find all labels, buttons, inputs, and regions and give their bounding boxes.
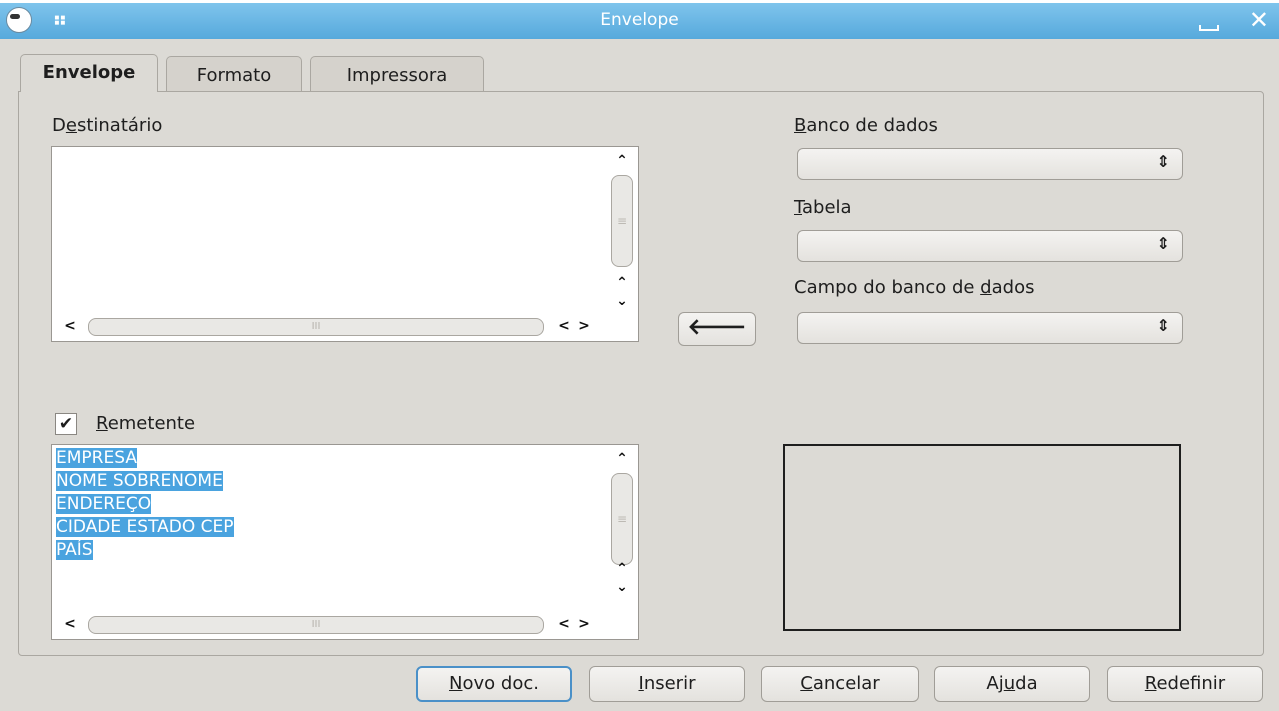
table-label: Tabela (794, 197, 852, 218)
checkmark-icon: ✔ (58, 414, 74, 434)
recipient-vscroll[interactable]: ⌃ ≡ ⌃ ⌄ (608, 149, 636, 315)
sender-vscroll[interactable]: ⌃ ≡ ⌃ ⌄ (608, 447, 636, 613)
database-label: Banco de dados (794, 115, 938, 136)
database-field-label: Campo do banco de dados (794, 277, 1035, 298)
database-field-select[interactable]: ⇕ (797, 312, 1183, 344)
chevron-updown-icon: ⇕ (1156, 316, 1170, 335)
table-select[interactable]: ⇕ (797, 230, 1183, 262)
scroll-up-icon[interactable]: ⌃ (612, 451, 632, 467)
scroll-thumb[interactable]: III (88, 616, 544, 634)
tab-envelope[interactable]: Envelope (20, 54, 158, 92)
scroll-up-icon[interactable]: ⌃ (612, 275, 632, 291)
insert-field-button[interactable]: 🡐 (678, 312, 756, 346)
scroll-left-icon[interactable]: < (60, 616, 80, 632)
cancel-button[interactable]: Cancelar (761, 666, 919, 702)
minimize-icon[interactable] (1199, 25, 1219, 31)
reset-button[interactable]: Redefinir (1107, 666, 1263, 702)
sender-label: Remetente (96, 413, 196, 434)
scroll-right-icon[interactable]: > (574, 318, 594, 334)
scroll-thumb[interactable]: ≡ (611, 473, 633, 565)
chevron-updown-icon: ⇕ (1156, 152, 1170, 171)
tab-impressora[interactable]: Impressora (310, 56, 484, 92)
envelope-dialog: Envelope Formato Impressora Destinatário… (0, 39, 1279, 711)
sender-line: CIDADE ESTADO CEP (56, 517, 234, 537)
chevron-updown-icon: ⇕ (1156, 234, 1170, 253)
recipient-hscroll[interactable]: < III < > (54, 315, 636, 339)
sender-text: EMPRESA NOME SOBRENOME ENDEREÇO CIDADE E… (56, 447, 234, 562)
recipient-textbox[interactable]: ⌃ ≡ ⌃ ⌄ < III < > (51, 146, 639, 342)
sender-checkbox[interactable]: ✔ (55, 413, 77, 435)
database-select[interactable]: ⇕ (797, 148, 1183, 180)
envelope-preview (783, 444, 1181, 631)
recipient-label: Destinatário (52, 115, 163, 136)
window-title: Envelope (600, 10, 679, 30)
close-icon[interactable]: ✕ (1249, 6, 1269, 34)
sender-hscroll[interactable]: < III < > (54, 613, 636, 637)
scroll-left-icon[interactable]: < (554, 616, 574, 632)
scroll-left-icon[interactable]: < (60, 318, 80, 334)
scroll-thumb[interactable]: ≡ (611, 175, 633, 267)
scroll-left-icon[interactable]: < (554, 318, 574, 334)
insert-button[interactable]: Inserir (589, 666, 745, 702)
scroll-down-icon[interactable]: ⌄ (612, 293, 632, 309)
sender-line: PAÍS (56, 540, 93, 560)
title-bar[interactable]: ⠶ Envelope ✕ (0, 3, 1279, 39)
sender-line: EMPRESA (56, 448, 137, 468)
scroll-right-icon[interactable]: > (574, 616, 594, 632)
tab-formato[interactable]: Formato (166, 56, 302, 92)
new-document-button[interactable]: Novo doc. (416, 666, 572, 702)
sender-line: ENDEREÇO (56, 494, 152, 514)
scroll-down-icon[interactable]: ⌄ (612, 579, 632, 595)
sender-textbox[interactable]: EMPRESA NOME SOBRENOME ENDEREÇO CIDADE E… (51, 444, 639, 640)
sender-line: NOME SOBRENOME (56, 471, 223, 491)
scroll-up-icon[interactable]: ⌃ (612, 561, 632, 577)
scroll-up-icon[interactable]: ⌃ (612, 153, 632, 169)
help-button[interactable]: Ajuda (934, 666, 1090, 702)
arrow-left-icon: 🡐 (687, 315, 747, 340)
scroll-thumb[interactable]: III (88, 318, 544, 336)
